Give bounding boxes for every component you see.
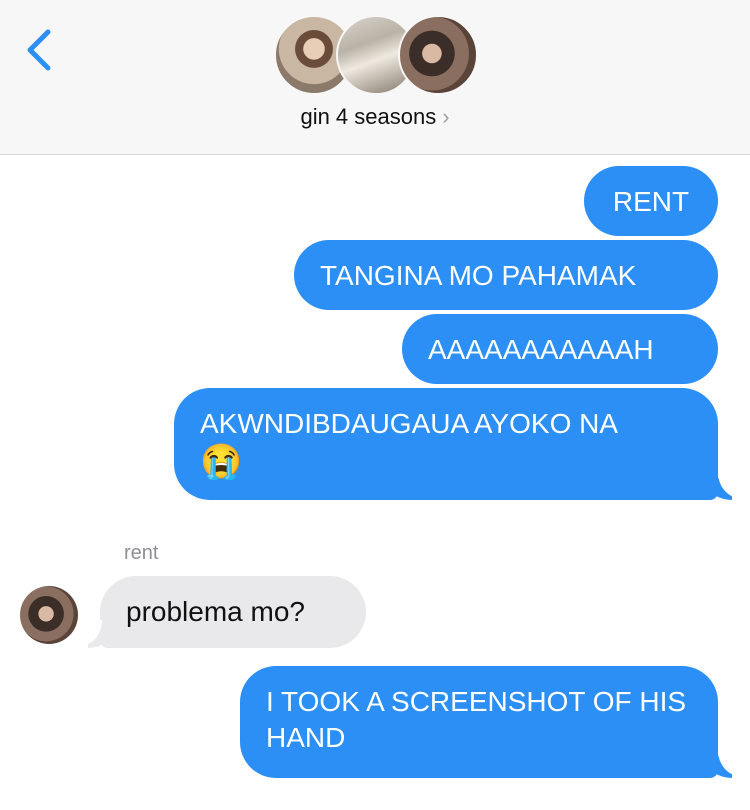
message-bubble[interactable]: AKWNDIBDAUGAUA AYOKO NA 😭 <box>174 388 718 500</box>
avatar <box>398 15 478 95</box>
message-text: AKWNDIBDAUGAUA AYOKO NA <box>200 408 619 439</box>
conversation-header: gin 4 seasons › <box>0 0 750 155</box>
crying-face-icon: 😭 <box>200 443 243 481</box>
message-bubble[interactable]: I TOOK A SCREENSHOT OF HIS HAND <box>240 666 718 778</box>
group-name-button[interactable]: gin 4 seasons › <box>0 104 750 130</box>
message-text: RENT <box>612 186 690 217</box>
avatar[interactable] <box>20 586 78 644</box>
message-bubble[interactable]: AAAAAAAAAAAH <box>402 314 718 384</box>
message-text: problema mo? <box>126 596 305 627</box>
message-text: TANGINA MO PAHAMAK <box>320 260 637 291</box>
message-bubble[interactable]: problema mo? <box>100 576 366 648</box>
chevron-right-icon: › <box>442 104 450 129</box>
group-name: gin 4 seasons <box>300 104 437 129</box>
message-bubble[interactable]: TANGINA MO PAHAMAK <box>294 240 718 310</box>
back-button[interactable] <box>22 28 58 72</box>
chevron-left-icon <box>27 29 51 71</box>
message-bubble[interactable]: RENT <box>584 166 718 236</box>
message-text: I TOOK A SCREENSHOT OF HIS HAND <box>266 686 687 753</box>
group-avatars[interactable] <box>274 15 478 97</box>
message-text: AAAAAAAAAAAH <box>428 334 654 365</box>
sender-name: rent <box>124 542 159 564</box>
